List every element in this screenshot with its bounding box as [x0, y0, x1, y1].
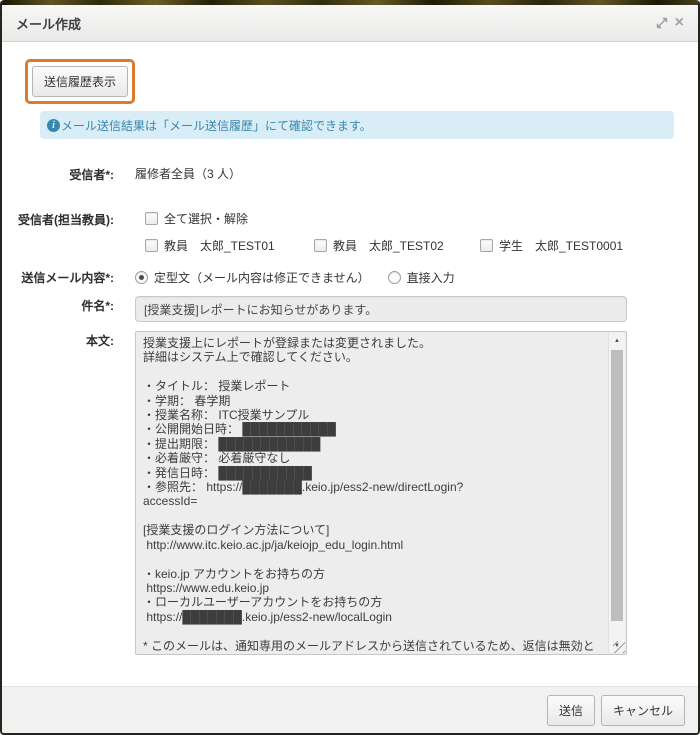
dialog-titlebar: メール作成 × [2, 5, 698, 42]
recipient-value: 履修者全員（3 人） [135, 165, 241, 182]
select-all-label: 全て選択・解除 [164, 210, 248, 227]
recipient-label: 受信者*: [2, 165, 114, 183]
direct-input-radio-label: 直接入力 [407, 269, 455, 286]
body-row: 本文: 授業支援上にレポートが登録または変更されました。 詳細はシステム上で確認… [2, 331, 698, 655]
resize-icon[interactable] [654, 15, 670, 31]
content-type-row: 送信メール内容*: 定型文（メール内容は修正できません） 直接入力 [2, 268, 698, 286]
direct-input-radio[interactable] [388, 271, 401, 284]
info-icon [47, 119, 60, 132]
resize-grip-icon[interactable] [613, 641, 625, 653]
body-textarea[interactable]: 授業支援上にレポートが登録または変更されました。 詳細はシステム上で確認してくだ… [135, 331, 627, 655]
body-text: 授業支援上にレポートが登録または変更されました。 詳細はシステム上で確認してくだ… [136, 332, 626, 654]
body-label: 本文: [2, 331, 114, 349]
content-type-label: 送信メール内容*: [2, 268, 114, 286]
dialog-content: 送信履歴表示 メール送信結果は「メール送信履歴」にて確認できます。 受信者*: … [2, 42, 698, 655]
close-icon[interactable]: × [675, 15, 684, 31]
direct-input-option: 直接入力 [388, 269, 455, 286]
cc-teachers-options: 全て選択・解除 教員 太郎_TEST01 教員 太郎_TEST02 [135, 210, 623, 254]
content-type-options: 定型文（メール内容は修正できません） 直接入力 [135, 269, 455, 286]
scroll-up-icon[interactable]: ▲ [609, 333, 625, 348]
student-label: 学生 太郎_TEST0001 [499, 237, 623, 254]
cc-teachers-label: 受信者(担当教員): [2, 210, 114, 228]
mail-compose-dialog: メール作成 × 送信履歴表示 メール送信結果は「メール送信履歴」にて確認できます… [0, 0, 700, 735]
subject-input[interactable] [135, 296, 627, 322]
recipient-row: 受信者*: 履修者全員（3 人） [2, 165, 698, 183]
info-banner-text: メール送信結果は「メール送信履歴」にて確認できます。 [61, 117, 372, 134]
select-all-line: 全て選択・解除 [145, 210, 623, 227]
template-radio[interactable] [135, 271, 148, 284]
info-banner: メール送信結果は「メール送信履歴」にて確認できます。 [40, 111, 674, 139]
subject-label: 件名*: [2, 296, 114, 314]
teacher1-option: 教員 太郎_TEST01 [145, 237, 314, 254]
teacher2-label: 教員 太郎_TEST02 [333, 237, 444, 254]
dialog-footer: 送信 キャンセル [2, 686, 698, 733]
template-radio-label: 定型文（メール内容は修正できません） [154, 269, 370, 286]
cc-teachers-row: 受信者(担当教員): 全て選択・解除 教員 太郎_TEST01 教員 太 [2, 210, 698, 254]
titlebar-icons: × [654, 15, 684, 31]
student-option: 学生 太郎_TEST0001 [480, 237, 623, 254]
scrollbar-thumb[interactable] [611, 350, 623, 621]
teacher2-checkbox[interactable] [314, 239, 327, 252]
select-all-checkbox[interactable] [145, 212, 158, 225]
send-history-button[interactable]: 送信履歴表示 [32, 66, 128, 97]
student-checkbox[interactable] [480, 239, 493, 252]
subject-row: 件名*: [2, 296, 698, 322]
teacher-checkbox-line: 教員 太郎_TEST01 教員 太郎_TEST02 学生 太郎_TEST0001 [145, 237, 623, 254]
history-button-highlight: 送信履歴表示 [25, 59, 135, 104]
dialog-title: メール作成 [16, 14, 654, 33]
cancel-button[interactable]: キャンセル [601, 695, 685, 726]
body-scrollbar[interactable]: ▲ ▼ [608, 333, 625, 653]
send-button[interactable]: 送信 [547, 695, 595, 726]
teacher1-label: 教員 太郎_TEST01 [164, 237, 275, 254]
mail-form: 受信者*: 履修者全員（3 人） 受信者(担当教員): 全て選択・解除 教員 太… [2, 165, 698, 655]
teacher2-option: 教員 太郎_TEST02 [314, 237, 480, 254]
template-option: 定型文（メール内容は修正できません） [135, 269, 370, 286]
teacher1-checkbox[interactable] [145, 239, 158, 252]
